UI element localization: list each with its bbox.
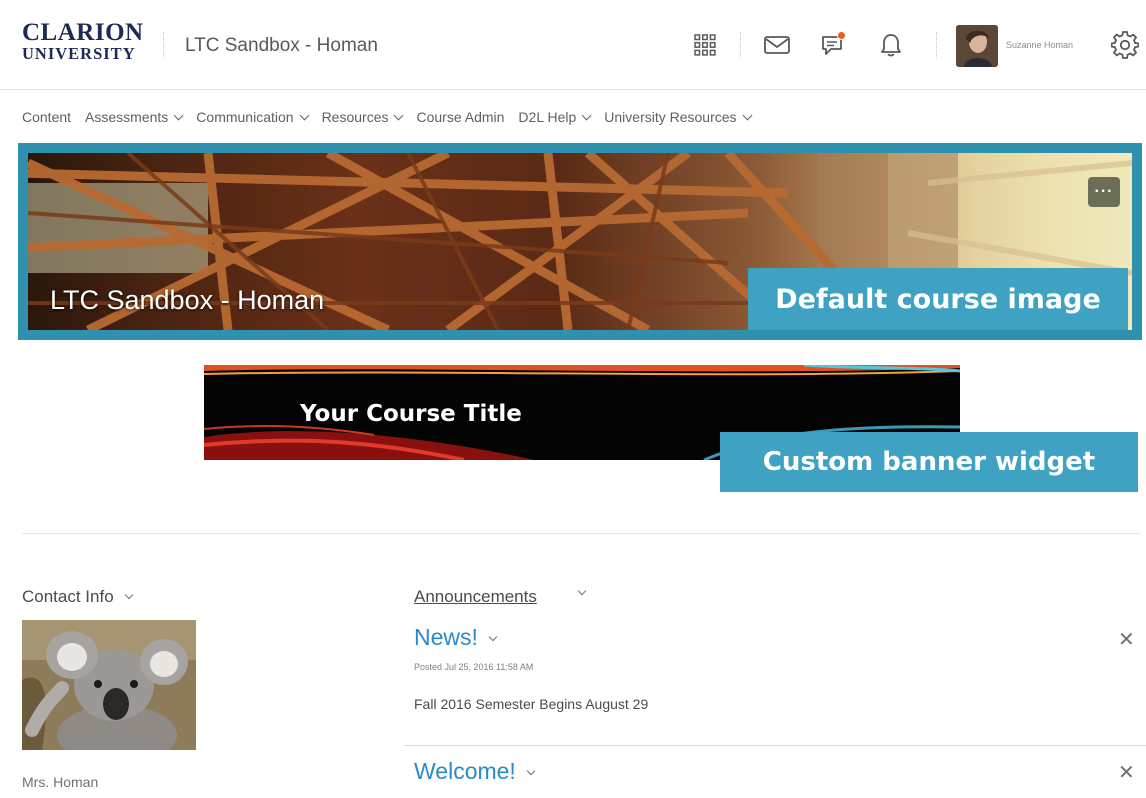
announcement-title-link[interactable]: News! [414,624,498,651]
chevron-down-icon [488,632,498,641]
chevron-down-icon [299,110,310,120]
settings-button[interactable] [1110,30,1140,60]
header-divider [740,32,741,58]
announcement-title: Welcome! [414,758,516,784]
nav-item-content[interactable]: Content [22,109,71,125]
nav-label: Resources [321,109,389,125]
widget-title-label: Contact Info [22,587,114,606]
announcement-body: Fall 2016 Semester Begins August 29 [414,696,649,712]
updates-button[interactable] [876,30,906,60]
banner-title: Your Course Title [300,401,522,427]
nav-item-resources[interactable]: Resources [321,109,404,125]
section-divider [22,533,1140,534]
nav-item-d2l-help[interactable]: D2L Help [518,109,592,125]
course-title-link[interactable]: LTC Sandbox - Homan [185,35,378,57]
course-selector-button[interactable] [690,30,720,60]
course-image-options-button[interactable]: ··· [1088,177,1120,207]
minibar-header: CLARION UNIVERSITY LTC Sandbox - Homan S… [0,0,1146,90]
chevron-down-icon [124,590,133,600]
announcement-title-link[interactable]: Welcome! [414,758,536,785]
notification-badge [837,31,846,40]
nav-item-university-resources[interactable]: University Resources [604,109,752,125]
nav-label: D2L Help [518,109,577,125]
messages-button[interactable] [762,30,792,60]
header-divider [163,32,164,58]
nav-item-communication[interactable]: Communication [196,109,310,125]
logo-line1: CLARION [22,19,144,46]
chevron-down-icon [526,766,536,775]
default-image-callout: Default course image [748,268,1128,330]
announcements-widget-title[interactable]: Announcements [414,587,537,607]
waffle-icon [694,34,716,56]
contact-name: Mrs. Homan [22,774,99,790]
chevron-down-icon [394,110,404,120]
contact-photo [22,620,196,750]
gear-icon [1111,31,1139,59]
nav-label: Course Admin [416,109,505,125]
nav-label: University Resources [604,109,737,125]
announcement-posted-date: Posted Jul 25, 2016 11:58 AM [414,662,534,672]
header-divider [936,32,937,58]
mail-icon [763,35,791,55]
nav-label: Content [22,109,72,125]
chevron-down-icon [173,110,184,120]
nav-item-course-admin[interactable]: Course Admin [416,109,504,125]
bell-icon [879,32,903,58]
user-name[interactable]: Suzanne Homan [1006,40,1073,50]
dismiss-announcement-button[interactable]: ✕ [1118,763,1135,783]
announcement-title: News! [414,624,478,650]
dismiss-announcement-button[interactable]: ✕ [1118,630,1135,650]
chevron-down-icon[interactable] [577,586,587,596]
contact-info-widget-title[interactable]: Contact Info [22,587,133,607]
avatar[interactable] [956,25,998,67]
nav-label: Assessments [85,109,169,125]
course-image-title: LTC Sandbox - Homan [50,285,325,315]
chevron-down-icon [581,110,592,120]
nav-label: Communication [196,109,294,125]
logo-line2: UNIVERSITY [22,44,136,63]
subscriptions-button[interactable] [818,30,848,60]
nav-item-assessments[interactable]: Assessments [85,109,184,125]
announcement-divider [404,745,1146,746]
banner-widget-callout: Custom banner widget [720,432,1138,492]
chevron-down-icon [742,110,752,120]
course-navbar: Content Assessments Communication Resour… [0,105,765,129]
university-logo[interactable]: CLARION UNIVERSITY [22,20,144,63]
